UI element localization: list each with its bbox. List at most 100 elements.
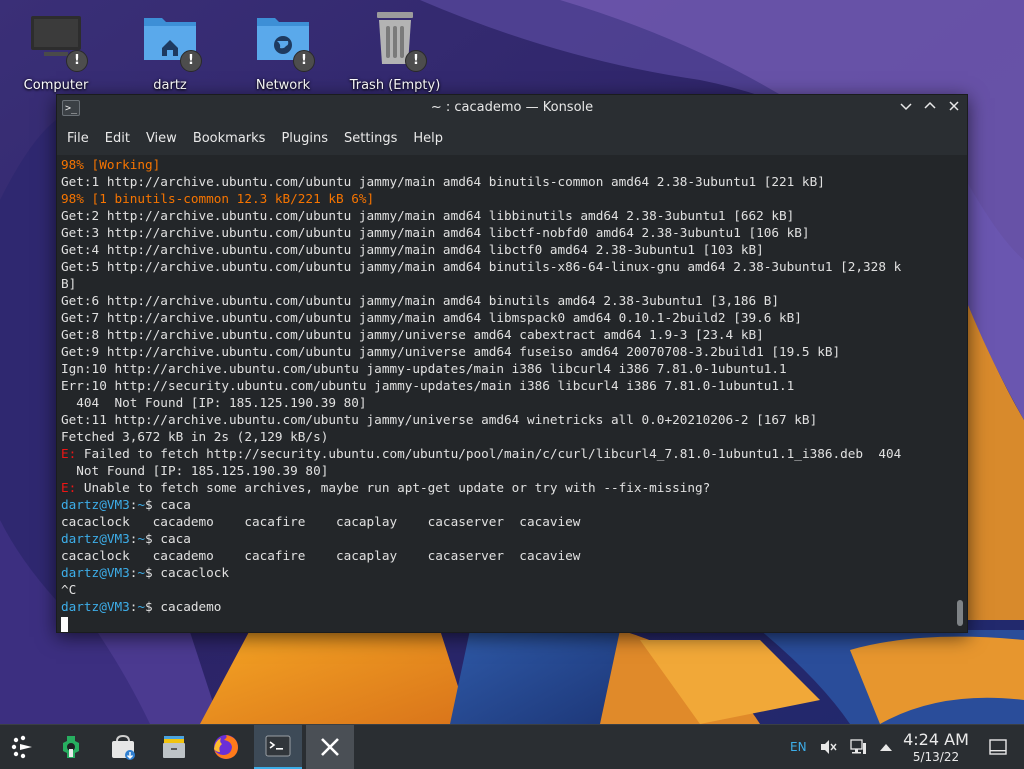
prompt-sign: $ [145,565,161,580]
title-bar[interactable]: >_ ~ : cacademo — Konsole [57,95,967,121]
warning-badge-icon: ! [293,50,315,72]
error-text: Failed to fetch http://security.ubuntu.c… [76,446,902,461]
prompt-user: dartz@VM3 [61,599,130,614]
taskbar-x-app[interactable] [306,725,354,769]
output-text: Get:8 http://archive.ubuntu.com/ubuntu j… [61,327,764,342]
terminal-line: Not Found [IP: 185.125.190.39 80] [61,462,953,479]
output-text: Get:1 http://archive.ubuntu.com/ubuntu j… [61,174,825,189]
taskbar-file-manager-app[interactable] [151,725,197,769]
terminal-line: ^C [61,581,953,598]
maximize-button[interactable] [921,99,939,117]
terminal-line: 98% [1 binutils-common 12.3 kB/221 kB 6%… [61,190,953,207]
steam-deck-launcher-icon [11,735,32,759]
output-text: Get:4 http://archive.ubuntu.com/ubuntu j… [61,242,764,257]
konsole-window[interactable]: >_ ~ : cacademo — Konsole File Edit View… [56,94,968,633]
menu-plugins[interactable]: Plugins [273,131,336,146]
prompt-path: ~ [137,531,146,546]
menu-view[interactable]: View [138,131,185,146]
prompt-sign: $ [145,531,161,546]
close-button[interactable] [945,99,963,117]
prompt-user: dartz@VM3 [61,531,130,546]
warning-badge-icon: ! [405,50,427,72]
output-text: Get:2 http://archive.ubuntu.com/ubuntu j… [61,208,795,223]
prompt-sign: $ [145,497,161,512]
desktop-icon-label: Computer [23,78,89,93]
terminal-line: 98% [Working] [61,156,953,173]
scrollbar-thumb[interactable] [957,600,963,626]
output-text: ^C [61,582,77,597]
output-text: Fetched 3,672 kB in 2s (2,129 kB/s) [61,429,329,444]
taskbar-konsole-app[interactable] [254,725,302,769]
clock-widget[interactable]: 4:24 AM 5/13/22 [896,730,976,764]
terminal-line: Get:6 http://archive.ubuntu.com/ubuntu j… [61,292,953,309]
output-text: Get:9 http://archive.ubuntu.com/ubuntu j… [61,344,841,359]
taskbar-settings-app[interactable] [48,725,94,769]
terminal-scrollbar[interactable] [953,156,967,632]
warning-badge-icon: ! [66,50,88,72]
system-tray: EN [790,725,893,769]
firefox-icon [214,735,238,759]
terminal-line: Get:8 http://archive.ubuntu.com/ubuntu j… [61,326,953,343]
desktop-icon-home-folder[interactable]: ! dartz [120,8,220,93]
command-text: cacaclock [160,565,230,580]
close-icon [949,101,959,111]
taskbar: EN 4:24 AM 5/13/22 [0,724,1024,769]
terminal-line: Err:10 http://security.ubuntu.com/ubuntu… [61,377,953,394]
taskbar-discover-app[interactable] [100,725,146,769]
terminal-line: Get:9 http://archive.ubuntu.com/ubuntu j… [61,343,953,360]
menu-file[interactable]: File [59,131,97,146]
command-text: cacademo [160,599,222,614]
terminal-output[interactable]: 98% [Working] Get:1 http://archive.ubuntu… [57,156,953,632]
desktop-icon-trash[interactable]: ! Trash (Empty) [345,8,445,93]
menu-settings[interactable]: Settings [336,131,405,146]
show-hidden-icons-arrow-icon[interactable] [879,742,893,752]
output-text: Get:6 http://archive.ubuntu.com/ubuntu j… [61,293,780,308]
menu-help[interactable]: Help [405,131,451,146]
output-text: cacaclock cacademo cacafire cacaplay cac… [61,548,581,563]
terminal-line: E: Failed to fetch http://security.ubunt… [61,445,953,462]
desktop-icon-label: dartz [153,78,187,93]
prompt-user: dartz@VM3 [61,497,130,512]
menu-bar: File Edit View Bookmarks Plugins Setting… [57,121,967,155]
application-launcher-button[interactable] [0,725,46,769]
menu-edit[interactable]: Edit [97,131,138,146]
command-text: caca [160,531,191,546]
clock-time: 4:24 AM [903,730,969,749]
output-text: 404 Not Found [IP: 185.125.190.39 80] [61,395,367,410]
clock-date: 5/13/22 [912,750,960,764]
output-text: cacaclock cacademo cacafire cacaplay cac… [61,514,581,529]
terminal-line: B] [61,275,953,292]
terminal-icon [265,735,291,757]
terminal-line: cacaclock cacademo cacafire cacaplay cac… [61,513,953,530]
progress-text: 98% [1 binutils-common 12.3 kB/221 kB 6%… [61,191,375,206]
terminal-line: Get:5 http://archive.ubuntu.com/ubuntu j… [61,258,953,275]
terminal-line [61,615,953,632]
desktop-icon-network[interactable]: ! Network [233,8,333,93]
prompt-path: ~ [137,565,146,580]
menu-bookmarks[interactable]: Bookmarks [185,131,274,146]
desktop-icon-computer[interactable]: ! Computer [6,8,106,93]
terminal-line: Get:2 http://archive.ubuntu.com/ubuntu j… [61,207,953,224]
command-text: caca [160,497,191,512]
output-text: Get:3 http://archive.ubuntu.com/ubuntu j… [61,225,810,240]
show-desktop-button[interactable] [984,725,1012,769]
keyboard-layout-indicator[interactable]: EN [790,740,807,754]
error-prefix: E: [61,480,77,495]
network-wired-icon[interactable] [849,738,867,756]
terminal-line: Fetched 3,672 kB in 2s (2,129 kB/s) [61,428,953,445]
terminal-line: dartz@VM3:~$ caca [61,530,953,547]
terminal-line: dartz@VM3:~$ cacaclock [61,564,953,581]
warning-badge-icon: ! [180,50,202,72]
terminal-line: cacaclock cacademo cacafire cacaplay cac… [61,547,953,564]
chevron-up-icon [924,101,936,109]
terminal-line: Ign:10 http://archive.ubuntu.com/ubuntu … [61,360,953,377]
minimize-button[interactable] [897,99,915,117]
terminal-line: Get:1 http://archive.ubuntu.com/ubuntu j… [61,173,953,190]
shopping-bag-icon [112,734,135,760]
volume-muted-icon[interactable] [819,738,837,756]
output-text: Get:7 http://archive.ubuntu.com/ubuntu j… [61,310,802,325]
taskbar-firefox-app[interactable] [203,725,249,769]
terminal-line: Get:11 http://archive.ubuntu.com/ubuntu … [61,411,953,428]
output-text: Not Found [IP: 185.125.190.39 80] [61,463,329,478]
show-desktop-icon [989,739,1007,755]
